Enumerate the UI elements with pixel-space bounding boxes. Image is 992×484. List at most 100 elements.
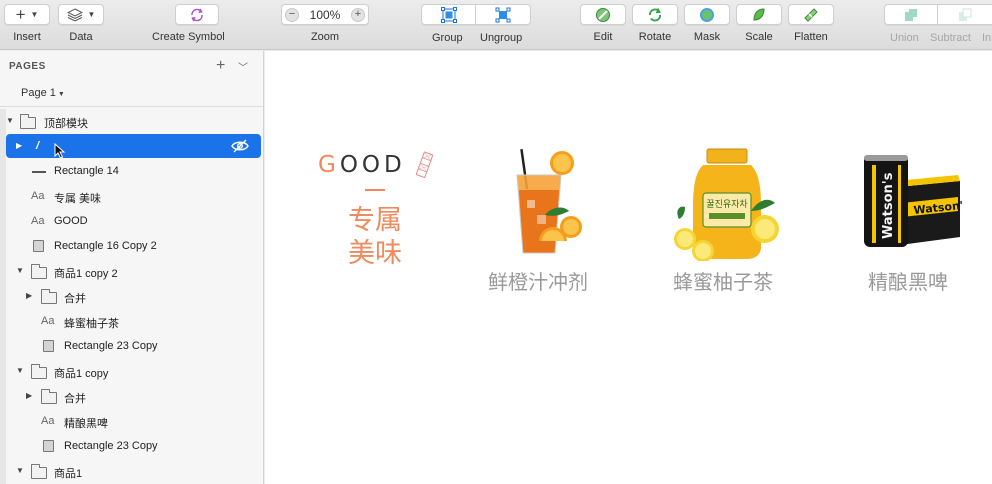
- group-button[interactable]: [421, 4, 476, 25]
- disclosure-closed-icon[interactable]: ▶: [26, 391, 32, 400]
- disclosure-open-icon[interactable]: ▼: [16, 366, 24, 375]
- product-name[interactable]: 鲜橙汁冲剂: [488, 266, 588, 295]
- symbol-refresh-icon: [191, 8, 203, 21]
- insert-button[interactable]: + ▼: [4, 4, 50, 25]
- slogan-line-1: 专属: [348, 205, 402, 236]
- slogan-text[interactable]: 专属 美味: [342, 204, 408, 270]
- layer-row[interactable]: Aa GOOD: [0, 209, 263, 234]
- layer-label: 专属 美味: [54, 193, 102, 205]
- zoom-in-button[interactable]: +: [350, 7, 365, 22]
- honey-citron-tea-image[interactable]: 꿀진유자차: [673, 147, 781, 261]
- product-name[interactable]: 精酿黑啤: [868, 266, 948, 295]
- layer-row[interactable]: Aa 专属 美味: [0, 184, 263, 209]
- pages-title: PAGES: [9, 61, 46, 72]
- edit-shape-icon: [596, 7, 610, 22]
- layer-label: Rectangle 23 Copy: [64, 440, 158, 452]
- good-rest: OOD: [339, 152, 406, 178]
- ungroup-button[interactable]: [476, 4, 531, 25]
- slice-decoration-icon[interactable]: [416, 151, 434, 179]
- union-button[interactable]: [884, 4, 938, 25]
- pages-header: PAGES + ﹀: [0, 51, 263, 81]
- mask-icon: [700, 7, 714, 22]
- create-symbol-button[interactable]: [174, 4, 219, 25]
- layer-row[interactable]: Aa 蜂蜜柚子茶: [0, 309, 263, 334]
- layer-row[interactable]: ▶ 合并: [0, 384, 263, 409]
- good-first-letter: G: [318, 152, 340, 178]
- folder-icon: [20, 114, 36, 129]
- flatten-label: Flatten: [794, 31, 828, 43]
- disclosure-closed-icon[interactable]: ▶: [16, 141, 22, 150]
- page-selector-label: Page 1: [21, 87, 56, 99]
- layer-label: GOOD: [54, 215, 88, 227]
- layer-row[interactable]: Rectangle 23 Copy: [0, 434, 263, 459]
- subtract-icon: [959, 8, 972, 21]
- orange-juice-image[interactable]: [497, 145, 587, 263]
- layer-label: Rectangle 23 Copy: [64, 340, 158, 352]
- flatten-button[interactable]: [788, 4, 834, 25]
- ungroup-icon: [495, 7, 511, 22]
- disclosure-open-icon[interactable]: ▼: [16, 466, 24, 475]
- layer-row[interactable]: Aa 精酿黑啤: [0, 409, 263, 434]
- data-button[interactable]: ▼: [58, 4, 104, 25]
- mask-group: Mask: [684, 4, 730, 43]
- chevron-down-icon: ▼: [57, 91, 65, 98]
- layer-row[interactable]: Rectangle 16 Copy 2: [0, 234, 263, 259]
- layer-row-selected[interactable]: ▶ /: [0, 134, 263, 159]
- zoom-group: − 100% + Zoom: [281, 4, 369, 43]
- line-shape-icon: [32, 171, 46, 173]
- mask-label: Mask: [693, 31, 721, 43]
- scale-button[interactable]: [736, 4, 782, 25]
- zoom-label: Zoom: [310, 31, 340, 43]
- text-layer-icon: Aa: [41, 415, 55, 427]
- create-symbol-group: Create Symbol: [152, 4, 225, 43]
- mouse-cursor-icon: [54, 143, 66, 159]
- chevron-down-icon: ▼: [87, 10, 96, 19]
- layer-row[interactable]: ▼ 顶部模块: [0, 109, 263, 134]
- rotate-icon: [649, 7, 661, 22]
- group-icon: [440, 6, 457, 23]
- collapse-pages-icon[interactable]: ﹀: [238, 59, 248, 74]
- rectangle-icon: [43, 440, 54, 452]
- data-group: ▼ Data: [58, 4, 104, 43]
- rectangle-icon: [33, 240, 44, 252]
- product-name[interactable]: 蜂蜜柚子茶: [673, 266, 773, 295]
- boolean-segment: [884, 4, 992, 25]
- ungroup-label: Ungroup: [480, 32, 523, 44]
- rotate-button[interactable]: [632, 4, 678, 25]
- subtract-button[interactable]: [938, 4, 992, 25]
- disclosure-closed-icon[interactable]: ▶: [26, 291, 32, 300]
- layer-label: 蜂蜜柚子茶: [64, 318, 119, 330]
- layer-row[interactable]: ▼ 商品1: [0, 459, 263, 484]
- design-canvas[interactable]: GOOD 专属 美味 鲜橙汁冲剂 꿀진유자차 蜂蜜柚子茶 Watson's Wa…: [265, 51, 992, 484]
- union-label: Union: [890, 32, 919, 44]
- rectangle-14-dash[interactable]: [365, 189, 385, 191]
- layer-label: Rectangle 16 Copy 2: [54, 240, 157, 252]
- mask-button[interactable]: [684, 4, 730, 25]
- zoom-out-button[interactable]: −: [285, 7, 299, 22]
- edit-button[interactable]: [580, 4, 626, 25]
- layers-sidebar: PAGES + ﹀ Page 1 ▼ ▼ 顶部模块 ▶ / Rectangle …: [0, 51, 264, 484]
- layer-row[interactable]: ▼ 商品1 copy 2: [0, 259, 263, 284]
- folder-icon: [41, 289, 57, 304]
- boolean-group: [884, 4, 992, 25]
- insert-group: + ▼ Insert: [4, 4, 50, 43]
- disclosure-open-icon[interactable]: ▼: [16, 266, 24, 275]
- page-selector[interactable]: Page 1 ▼: [21, 87, 65, 99]
- layer-row[interactable]: ▼ 商品1 copy: [0, 359, 263, 384]
- add-page-icon[interactable]: +: [216, 57, 225, 75]
- layer-row[interactable]: Rectangle 14: [0, 159, 263, 184]
- hidden-eye-icon[interactable]: [231, 139, 249, 153]
- good-heading[interactable]: GOOD: [318, 152, 406, 178]
- layer-label: 合并: [64, 293, 86, 305]
- disclosure-open-icon[interactable]: ▼: [6, 116, 14, 125]
- layer-row[interactable]: Rectangle 23 Copy: [0, 334, 263, 359]
- zoom-control: − 100% +: [281, 4, 369, 25]
- layer-row[interactable]: ▶ 合并: [0, 284, 263, 309]
- zoom-value[interactable]: 100%: [310, 8, 341, 22]
- sidebar-divider: [0, 106, 263, 107]
- scale-icon: [753, 7, 765, 21]
- group-label: Group: [432, 32, 463, 44]
- layer-label: Rectangle 14: [54, 165, 119, 177]
- folder-icon: [31, 464, 47, 479]
- watsons-beer-image[interactable]: Watson's Watson's: [862, 151, 962, 251]
